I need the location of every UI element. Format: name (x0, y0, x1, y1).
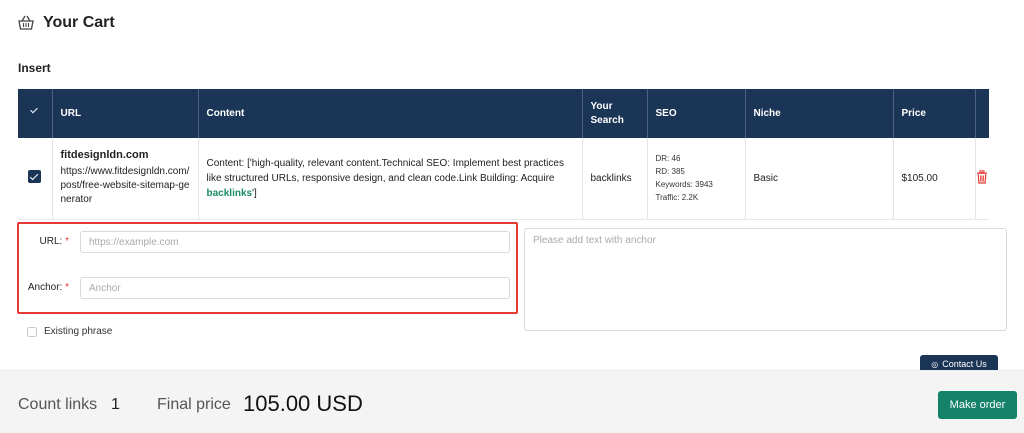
column-header-your-search: Your Search (582, 89, 648, 138)
required-mark: * (65, 282, 69, 293)
make-order-button[interactable]: Make order (938, 391, 1017, 419)
cart-table: URL Content Your Search SEO Niche Price … (18, 89, 989, 220)
site-url: https://www.fitdesignldn.com/post/free-w… (60, 166, 190, 206)
column-header-content: Content (198, 89, 583, 138)
url-input[interactable] (80, 231, 510, 253)
anchor-input[interactable] (80, 277, 510, 299)
content-suffix: '] (252, 187, 257, 199)
url-label: URL: * (19, 236, 69, 247)
trash-icon[interactable] (976, 170, 988, 187)
existing-phrase-checkbox[interactable] (27, 326, 37, 337)
row-select-cell[interactable] (18, 138, 53, 220)
your-search-label: Your Search (590, 100, 624, 126)
search-cell: backlinks (582, 138, 648, 220)
contact-us-label: Contact Us (942, 359, 987, 369)
anchor-text-area[interactable] (524, 228, 1007, 331)
required-mark: * (65, 236, 69, 247)
seo-rd: RD: 385 (655, 167, 685, 177)
count-links-value: 1 (111, 396, 120, 413)
page-title: Your Cart (43, 14, 115, 31)
content-cell: Content: ['high-quality, relevant conten… (198, 138, 583, 220)
price-cell: $105.00 (893, 138, 976, 220)
existing-phrase-label: Existing phrase (44, 326, 113, 337)
actions-cell (975, 138, 989, 220)
check-icon (30, 106, 40, 116)
seo-traffic: Traffic: 2.2K (655, 193, 699, 203)
url-cell: fitdesignldn.com https://www.fitdesignld… (52, 138, 199, 220)
column-header-url: URL (52, 89, 199, 138)
cart-header: Your Cart (17, 12, 115, 34)
seo-keywords: Keywords: 3943 (655, 180, 713, 190)
chat-icon: ◎ (931, 359, 939, 369)
cart-footer: Count links 1 Final price 105.00 USD Mak… (0, 370, 1024, 433)
site-name: fitdesignldn.com (60, 149, 149, 162)
niche-cell: Basic (745, 138, 894, 220)
anchor-label-text: Anchor: (27, 282, 63, 293)
column-header-niche: Niche (745, 89, 894, 138)
select-all-header[interactable] (18, 89, 53, 138)
seo-cell: DR: 46 RD: 385 Keywords: 3943 Traffic: 2… (647, 138, 746, 220)
url-label-text: URL: (39, 236, 63, 247)
link-form-highlight: URL: * Anchor: * (17, 222, 518, 314)
basket-icon (17, 14, 35, 32)
count-links-label: Count links (18, 396, 98, 413)
content-text: Content: ['high-quality, relevant conten… (207, 156, 574, 201)
row-checkbox[interactable] (28, 170, 42, 184)
column-header-seo: SEO (647, 89, 746, 138)
existing-phrase-option[interactable]: Existing phrase (27, 326, 112, 337)
section-label: Insert (18, 61, 51, 75)
final-price-value: 105.00 USD (243, 391, 363, 416)
content-prefix: Content: ['high-quality, relevant conten… (206, 157, 564, 184)
final-price-label: Final price (157, 396, 231, 413)
table-row: fitdesignldn.com https://www.fitdesignld… (18, 138, 989, 220)
column-header-price: Price (893, 89, 976, 138)
anchor-label: Anchor: * (19, 282, 69, 293)
table-header-row: URL Content Your Search SEO Niche Price (18, 89, 989, 138)
seo-dr: DR: 46 (655, 154, 681, 164)
column-header-actions (975, 89, 989, 138)
content-link[interactable]: backlinks (207, 188, 253, 199)
